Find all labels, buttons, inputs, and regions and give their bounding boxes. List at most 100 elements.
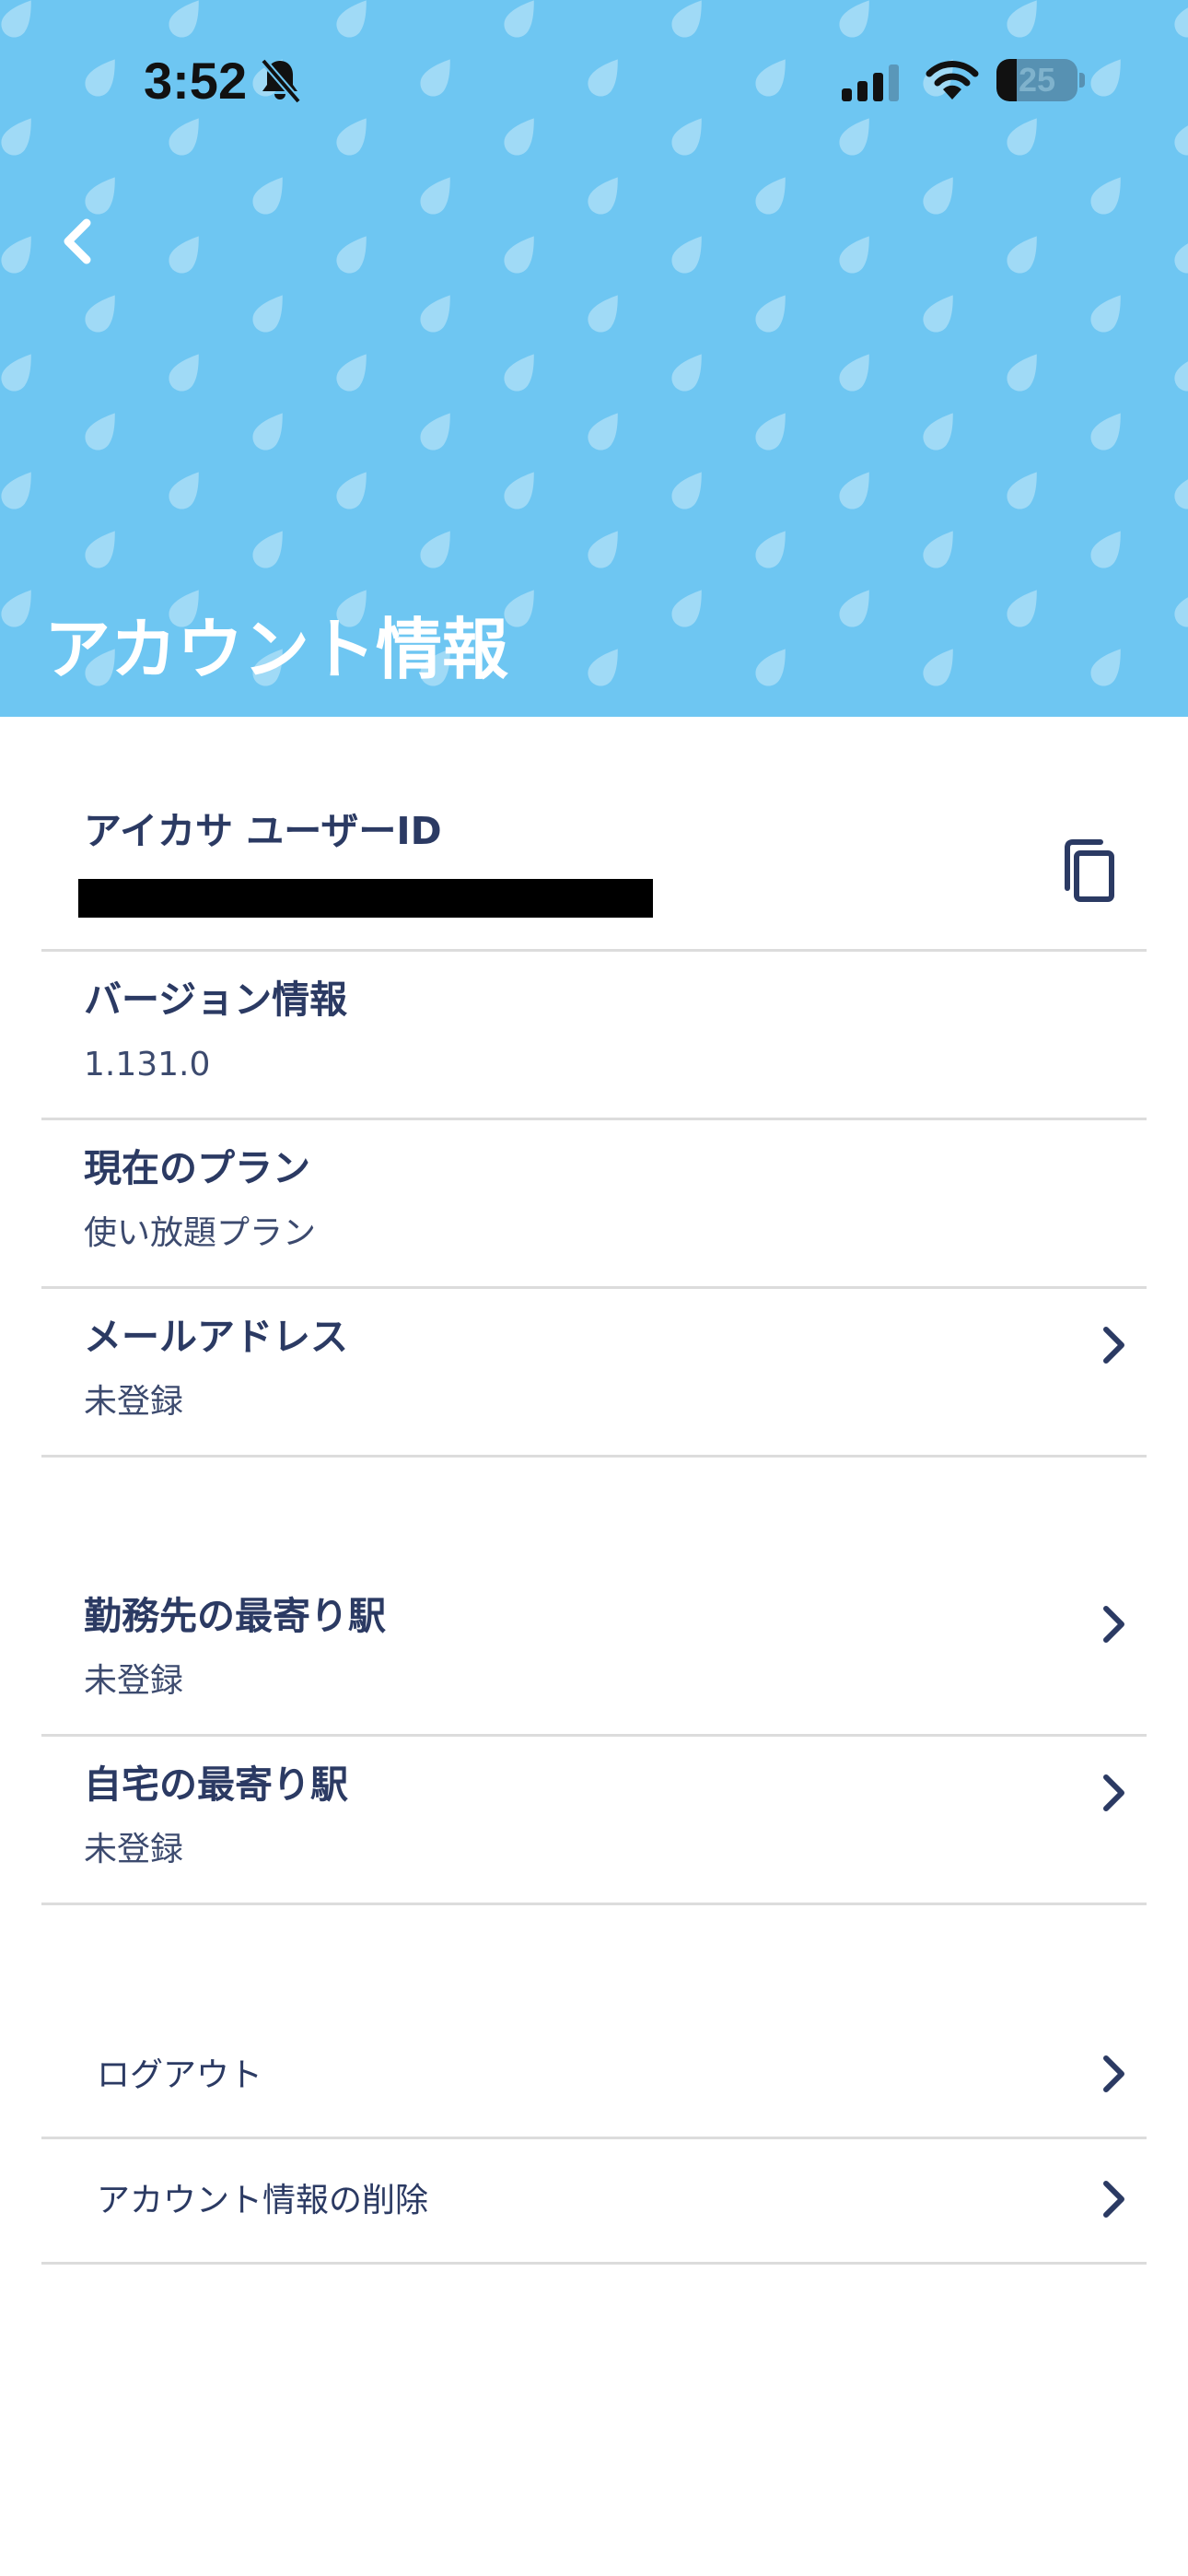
version-label: バージョン情報 [84,978,348,1022]
raindrop-decoration [420,531,450,568]
work-station-label: 勤務先の最寄り駅 [84,1594,386,1638]
redacted-user-id [78,879,653,918]
raindrop-decoration [85,295,115,333]
page-title: アカウント情報 [44,611,509,688]
chevron-left-icon [64,218,91,264]
raindrop-decoration [252,413,283,451]
raindrop-decoration [588,649,618,686]
raindrop-decoration [504,472,534,509]
delete-account-label: アカウント情報の削除 [97,2182,429,2219]
battery-tip [1079,73,1085,88]
raindrop-decoration [755,295,786,333]
raindrop-decoration [839,354,869,392]
plan-label: 現在のプラン [84,1146,310,1190]
raindrop-decoration [1090,413,1121,451]
raindrop-decoration [671,472,702,509]
raindrop-decoration [1174,236,1188,274]
chevron-right-icon [1097,2174,1130,2224]
raindrop-decoration [923,177,953,215]
wifi-icon [925,59,980,101]
raindrop-decoration [588,413,618,451]
raindrop-decoration [1007,354,1037,392]
raindrop-decoration [671,236,702,274]
raindrop-decoration [755,531,786,568]
raindrop-decoration [588,177,618,215]
logout-label: ログアウト [97,2056,263,2094]
raindrop-decoration [336,354,367,392]
copy-icon[interactable] [1056,835,1121,908]
battery-body: 25 [996,59,1077,101]
raindrop-decoration [671,590,702,627]
signal-icon [842,63,903,101]
chevron-right-icon [1097,1599,1130,1649]
battery-indicator: 25 [996,59,1085,101]
status-bar: 3:52 25 [0,0,1188,157]
raindrop-decoration [923,295,953,333]
raindrop-decoration [252,295,283,333]
work-station-value: 未登録 [84,1662,184,1700]
raindrop-decoration [169,472,199,509]
raindrop-decoration [420,295,450,333]
raindrop-decoration [252,531,283,568]
raindrop-decoration [1,590,31,627]
header: 3:52 25 アカウント情報 [0,0,1188,717]
plan-value: 使い放題プラン [84,1214,317,1252]
raindrop-decoration [420,177,450,215]
work-station-row[interactable]: 勤務先の最寄り駅 未登録 [41,1568,1147,1737]
chevron-right-icon [1097,2049,1130,2099]
raindrop-decoration [1,354,31,392]
raindrop-decoration [1090,531,1121,568]
user-id-row: アイカサ ユーザーID [41,790,1147,952]
raindrop-decoration [504,236,534,274]
raindrop-decoration [588,531,618,568]
raindrop-decoration [1,472,31,509]
email-value: 未登録 [84,1383,184,1421]
raindrop-decoration [85,531,115,568]
home-station-value: 未登録 [84,1831,184,1868]
raindrop-decoration [588,295,618,333]
raindrop-decoration [1090,649,1121,686]
raindrop-decoration [923,413,953,451]
raindrop-decoration [504,354,534,392]
raindrop-decoration [1007,590,1037,627]
status-time: 3:52 [144,52,248,110]
chevron-right-icon [1097,1320,1130,1370]
raindrop-decoration [755,649,786,686]
raindrop-decoration [1,236,31,274]
raindrop-decoration [85,413,115,451]
version-row: バージョン情報 1.131.0 [41,952,1147,1120]
raindrop-decoration [839,590,869,627]
account-info-screen: 3:52 25 アカウント情報 アイカサ ユーザーID バージョン情報 1.13… [0,0,1188,2576]
home-station-label: 自宅の最寄り駅 [84,1762,348,1807]
raindrop-decoration [671,354,702,392]
version-value: 1.131.0 [84,1046,211,1083]
raindrop-decoration [839,236,869,274]
home-station-row[interactable]: 自宅の最寄り駅 未登録 [41,1737,1147,1905]
delete-account-row[interactable]: アカウント情報の削除 [41,2139,1147,2265]
battery-level: 25 [1018,61,1056,99]
back-button[interactable] [46,205,111,278]
raindrop-decoration [755,177,786,215]
raindrop-decoration [755,413,786,451]
raindrop-decoration [1174,590,1188,627]
raindrop-decoration [169,236,199,274]
logout-row[interactable]: ログアウト [41,2016,1147,2139]
chevron-right-icon [1097,1768,1130,1818]
email-row[interactable]: メールアドレス 未登録 [41,1289,1147,1458]
raindrop-decoration [336,236,367,274]
raindrop-decoration [923,531,953,568]
bell-slash-icon [258,57,302,105]
raindrop-decoration [923,649,953,686]
raindrop-decoration [1174,354,1188,392]
email-label: メールアドレス [84,1315,348,1359]
raindrop-decoration [1090,295,1121,333]
raindrop-decoration [1174,472,1188,509]
plan-row: 現在のプラン 使い放題プラン [41,1120,1147,1289]
raindrop-decoration [1090,177,1121,215]
user-id-label: アイカサ ユーザーID [84,809,442,853]
raindrop-decoration [1007,472,1037,509]
raindrop-decoration [169,354,199,392]
raindrop-decoration [839,472,869,509]
raindrop-decoration [252,177,283,215]
raindrop-decoration [420,413,450,451]
